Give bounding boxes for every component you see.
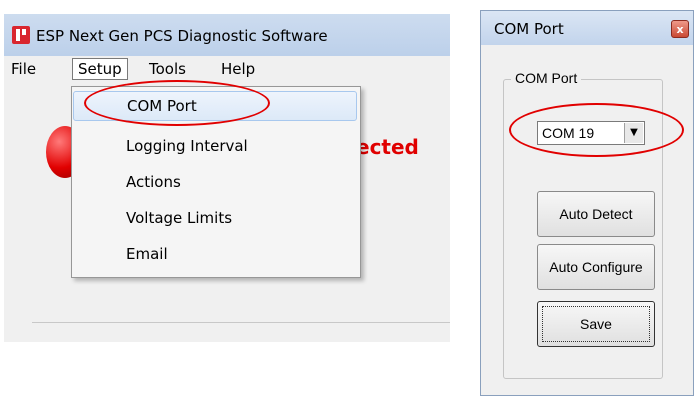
connection-status-text: ected bbox=[356, 135, 419, 159]
menu-item-logging-interval[interactable]: Logging Interval bbox=[73, 131, 357, 161]
divider bbox=[32, 322, 450, 323]
app-title: ESP Next Gen PCS Diagnostic Software bbox=[36, 27, 328, 45]
close-icon[interactable]: x bbox=[671, 20, 689, 38]
menu-item-email[interactable]: Email bbox=[73, 239, 357, 269]
auto-detect-button[interactable]: Auto Detect bbox=[537, 191, 655, 237]
menu-tools[interactable]: Tools bbox=[144, 58, 191, 80]
com-port-group-label: COM Port bbox=[511, 70, 582, 86]
menu-bar: File Setup Tools Help bbox=[4, 56, 450, 82]
menu-file[interactable]: File bbox=[6, 58, 41, 80]
dialog-title: COM Port bbox=[494, 20, 564, 38]
menu-help[interactable]: Help bbox=[216, 58, 260, 80]
auto-configure-button[interactable]: Auto Configure bbox=[537, 244, 655, 290]
app-title-bar: ESP Next Gen PCS Diagnostic Software bbox=[4, 14, 450, 56]
menu-item-voltage-limits[interactable]: Voltage Limits bbox=[73, 203, 357, 233]
annotation-ellipse-menu bbox=[84, 80, 270, 126]
menu-setup[interactable]: Setup bbox=[72, 58, 128, 80]
annotation-ellipse-combo bbox=[509, 103, 684, 157]
save-button[interactable]: Save bbox=[537, 301, 655, 347]
dialog-title-bar: COM Port x bbox=[481, 11, 693, 45]
menu-item-actions[interactable]: Actions bbox=[73, 167, 357, 197]
app-logo-icon bbox=[12, 26, 30, 44]
com-port-dialog: COM Port x COM Port COM 19 ▼ Auto Detect… bbox=[480, 10, 694, 396]
